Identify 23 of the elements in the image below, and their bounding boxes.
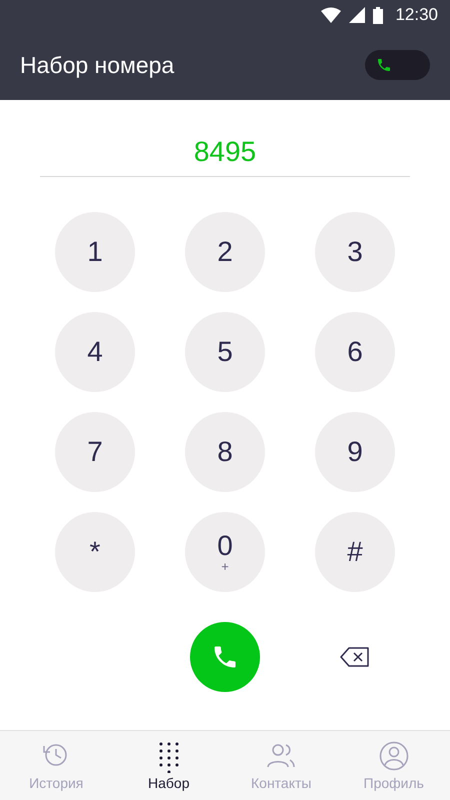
- dial-key[interactable]: #: [315, 512, 395, 592]
- backspace-icon[interactable]: [340, 647, 370, 667]
- dial-key[interactable]: 7: [55, 412, 135, 492]
- call-mode-toggle[interactable]: [365, 50, 430, 80]
- dial-key[interactable]: 6: [315, 312, 395, 392]
- person-icon: [378, 740, 409, 772]
- status-time: 12:30: [395, 5, 438, 25]
- dial-key[interactable]: 8: [185, 412, 265, 492]
- wifi-icon: [321, 7, 342, 23]
- phone-number: 8495: [40, 136, 410, 177]
- screen-title: Набор номера: [20, 52, 174, 78]
- battery-icon: [373, 6, 384, 24]
- dial-key[interactable]: 3: [315, 212, 395, 292]
- nav-tab[interactable]: Набор: [112, 731, 225, 800]
- signal-icon: [349, 7, 366, 23]
- phone-icon: [376, 57, 392, 73]
- dial-key[interactable]: 5: [185, 312, 265, 392]
- dial-key[interactable]: 4: [55, 312, 135, 392]
- dial-key[interactable]: *: [55, 512, 135, 592]
- dial-key[interactable]: 0 +: [185, 512, 265, 592]
- dial-key[interactable]: 1: [55, 212, 135, 292]
- dial-key[interactable]: 9: [315, 412, 395, 492]
- dial-key[interactable]: 2: [185, 212, 265, 292]
